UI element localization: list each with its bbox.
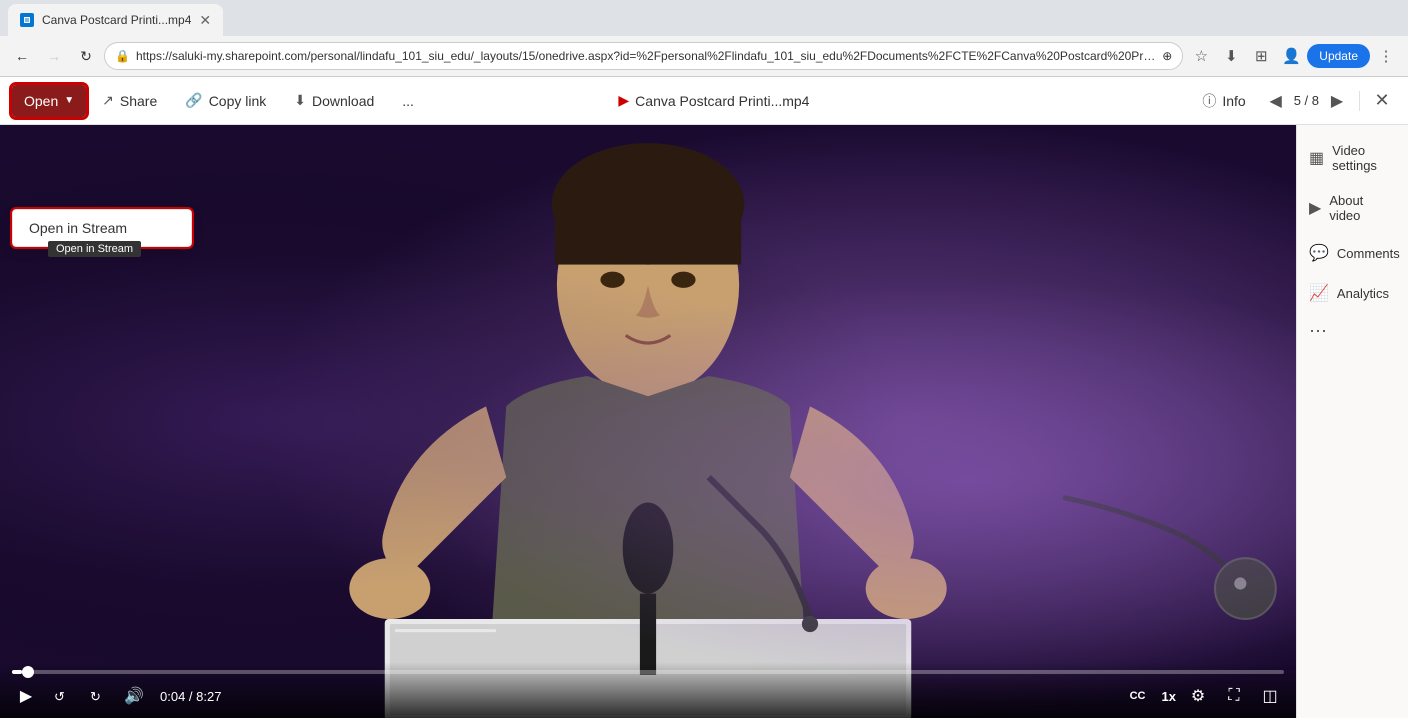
prev-page-button[interactable]: ◀: [1262, 87, 1290, 115]
analytics-icon: 📈: [1309, 283, 1329, 303]
open-in-stream-label: Open in Stream: [29, 220, 127, 236]
lock-icon: 🔒: [115, 49, 130, 63]
video-settings-label: Video settings: [1332, 143, 1396, 173]
copy-link-button[interactable]: 🔗 Copy link: [173, 85, 278, 117]
panel-item-video-settings[interactable]: ▦ Video settings: [1297, 133, 1408, 183]
copy-link-label: Copy link: [209, 93, 267, 109]
tooltip-open-in-stream: Open in Stream: [48, 241, 141, 257]
file-info: ▶ Canva Postcard Printi...mp4: [618, 92, 809, 109]
info-button[interactable]: ⓘ Info: [1190, 85, 1257, 117]
nav-bar: ← → ↻ 🔒 https://saluki-my.sharepoint.com…: [0, 36, 1408, 76]
comments-label: Comments: [1337, 246, 1400, 261]
captions-button[interactable]: CC: [1122, 682, 1154, 710]
video-area[interactable]: ▶ ↺ ↻ 🔊 0:04 / 8:27 CC 1x ⚙ ⛶: [0, 125, 1296, 718]
extensions-button[interactable]: ⊞: [1247, 42, 1275, 70]
right-panel: ▦ Video settings ▶ About video 💬 Comment…: [1296, 125, 1408, 718]
panel-more-button[interactable]: ⋯: [1297, 313, 1408, 350]
progress-bar[interactable]: [12, 670, 1284, 674]
panel-item-analytics[interactable]: 📈 Analytics: [1297, 273, 1408, 313]
profile-button[interactable]: 👤: [1277, 42, 1305, 70]
forward-button[interactable]: →: [40, 42, 68, 70]
tab-favicon: [20, 13, 34, 27]
more-options-label: ...: [402, 93, 414, 109]
browser-chrome: Canva Postcard Printi...mp4 ✕ ← → ↻ 🔒 ht…: [0, 0, 1408, 77]
about-video-label: About video: [1329, 193, 1396, 223]
browser-right-icons: ☆ ⬇ ⊞ 👤 Update ⋮: [1187, 42, 1400, 70]
speed-button[interactable]: 1x: [1162, 689, 1176, 704]
svg-text:↻: ↻: [90, 689, 101, 704]
share-icon: ↗: [102, 92, 114, 109]
video-controls: ▶ ↺ ↻ 🔊 0:04 / 8:27 CC 1x ⚙ ⛶: [0, 662, 1296, 718]
tab-close-button[interactable]: ✕: [199, 12, 211, 29]
panel-item-about-video[interactable]: ▶ About video: [1297, 183, 1408, 233]
tab-title: Canva Postcard Printi...mp4: [42, 13, 191, 27]
panel-item-comments[interactable]: 💬 Comments: [1297, 233, 1408, 273]
toolbar-separator: [1359, 91, 1360, 111]
download-button[interactable]: ⬇ Download: [282, 85, 386, 117]
open-button[interactable]: Open ▼: [12, 85, 86, 117]
fullscreen-button[interactable]: ⛶: [1220, 682, 1248, 710]
video-settings-icon: ▦: [1309, 148, 1324, 168]
open-label: Open: [24, 93, 58, 109]
download-label: Download: [312, 93, 374, 109]
file-video-icon: ▶: [618, 92, 629, 109]
copy-link-icon: 🔗: [185, 92, 202, 109]
comments-icon: 💬: [1309, 243, 1329, 263]
download-status-button[interactable]: ⬇: [1217, 42, 1245, 70]
about-video-icon: ▶: [1309, 198, 1321, 218]
volume-button[interactable]: 🔊: [120, 682, 148, 710]
progress-fill: [12, 670, 22, 674]
video-light-effect: [0, 125, 1296, 718]
url-text: https://saluki-my.sharepoint.com/persona…: [136, 49, 1156, 63]
main-layout: ▶ ↺ ↻ 🔊 0:04 / 8:27 CC 1x ⚙ ⛶: [0, 125, 1408, 718]
video-frame: [0, 125, 1296, 718]
refresh-inline-icon: ⊕: [1162, 49, 1172, 63]
progress-thumb: [22, 666, 34, 678]
toolbar: Open ▼ ↗ Share 🔗 Copy link ⬇ Download ..…: [0, 77, 1408, 125]
cast-button[interactable]: ◫: [1256, 682, 1284, 710]
close-button[interactable]: ✕: [1368, 87, 1396, 115]
more-options-button[interactable]: ...: [390, 85, 426, 117]
play-button[interactable]: ▶: [12, 682, 40, 710]
settings-button[interactable]: ⚙: [1184, 682, 1212, 710]
download-icon: ⬇: [294, 92, 306, 109]
page-count: 5 / 8: [1294, 93, 1319, 108]
analytics-label: Analytics: [1337, 286, 1389, 301]
toolbar-right: ⓘ Info ◀ 5 / 8 ▶ ✕: [1190, 85, 1396, 117]
controls-row: ▶ ↺ ↻ 🔊 0:04 / 8:27 CC 1x ⚙ ⛶: [12, 682, 1284, 710]
update-button[interactable]: Update: [1307, 44, 1370, 68]
time-display: 0:04 / 8:27: [160, 689, 221, 704]
open-dropdown-arrow: ▼: [64, 95, 74, 106]
tab-bar: Canva Postcard Printi...mp4 ✕: [0, 0, 1408, 36]
svg-text:↺: ↺: [54, 689, 65, 704]
bookmark-button[interactable]: ☆: [1187, 42, 1215, 70]
next-page-button[interactable]: ▶: [1323, 87, 1351, 115]
refresh-button[interactable]: ↻: [72, 42, 100, 70]
share-label: Share: [120, 93, 157, 109]
back-button[interactable]: ←: [8, 42, 36, 70]
info-icon: ⓘ: [1202, 91, 1216, 111]
active-tab[interactable]: Canva Postcard Printi...mp4 ✕: [8, 4, 223, 36]
share-button[interactable]: ↗ Share: [90, 85, 169, 117]
fast-forward-button[interactable]: ↻: [84, 682, 112, 710]
pagination: ◀ 5 / 8 ▶: [1262, 87, 1351, 115]
info-label: Info: [1222, 93, 1245, 109]
file-name: Canva Postcard Printi...mp4: [635, 93, 809, 109]
address-bar[interactable]: 🔒 https://saluki-my.sharepoint.com/perso…: [104, 42, 1183, 70]
menu-button[interactable]: ⋮: [1372, 42, 1400, 70]
rewind-button[interactable]: ↺: [48, 682, 76, 710]
